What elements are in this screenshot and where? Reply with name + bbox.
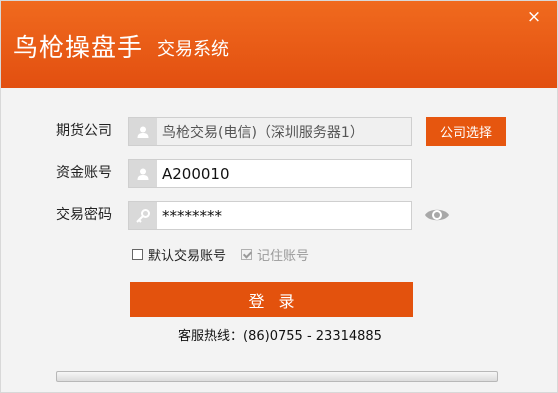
password-input[interactable]: ******** [128,201,412,230]
default-account-checkbox[interactable] [132,249,143,260]
default-account-label: 默认交易账号 [148,249,227,264]
company-value: 鸟枪交易(电信)（深圳服务器1） [162,124,364,141]
remember-account-label: 记住账号 [257,249,310,264]
default-account-option[interactable]: 默认交易账号 [132,245,226,264]
service-hotline: 客服热线：(86)0755 - 23314885 [178,329,382,344]
password-value: ******** [162,206,222,225]
remember-account-checkbox [241,249,252,260]
company-label: 期货公司 [56,123,112,139]
close-button[interactable]: × [525,8,543,26]
user-icon [129,118,157,145]
account-label: 资金账号 [56,165,112,181]
account-value: A200010 [162,164,230,183]
app-subtitle: 交易系统 [157,39,229,60]
company-select-button[interactable]: 公司选择 [426,117,506,146]
account-input[interactable]: A200010 [128,159,412,188]
key-icon [129,202,157,229]
company-field: 鸟枪交易(电信)（深圳服务器1） [128,117,412,146]
progress-bar [56,371,498,382]
remember-account-option: 记住账号 [241,245,309,264]
title-bar[interactable]: 鸟枪操盘手 交易系统 × [1,1,557,88]
eye-icon[interactable] [423,203,451,227]
user-icon [129,160,157,187]
login-button[interactable]: 登录 [130,282,413,317]
login-window: 鸟枪操盘手 交易系统 × 期货公司 鸟枪交易(电信)（深圳服务器1） 公司选择 … [0,0,558,393]
password-label: 交易密码 [56,207,112,223]
app-name: 鸟枪操盘手 [13,33,144,62]
